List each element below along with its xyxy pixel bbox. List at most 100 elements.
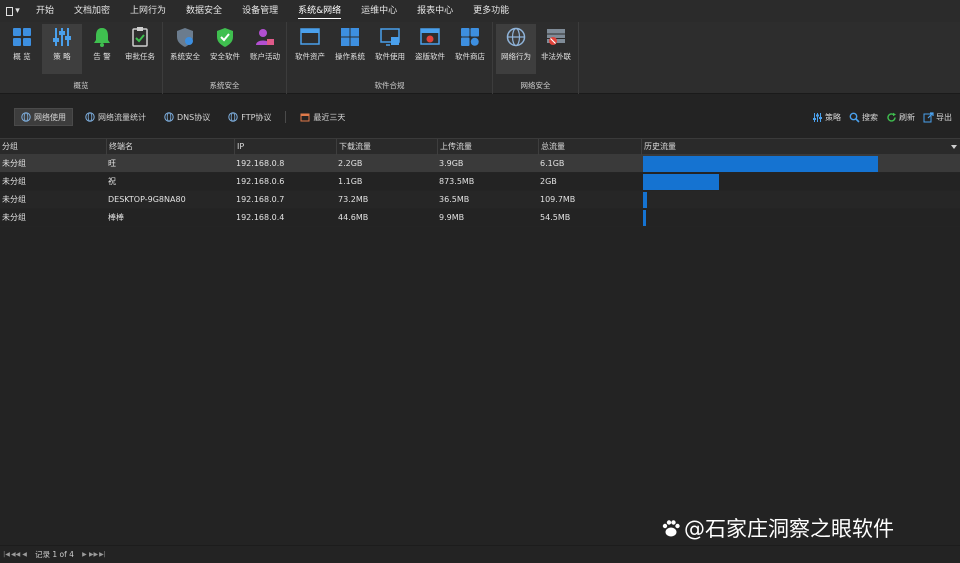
sliders-icon xyxy=(813,112,822,122)
menu-tab-start[interactable]: 开始 xyxy=(26,0,64,22)
menu-tab-system-network[interactable]: 系统&网络 xyxy=(288,0,351,22)
app-menu-icon xyxy=(6,6,14,16)
cell-terminal: 祝 xyxy=(108,177,116,186)
cell-download: 73.2MB xyxy=(338,195,369,204)
alert-button[interactable]: 告 警 xyxy=(82,24,122,74)
column-header-group[interactable]: 分组 xyxy=(0,139,106,155)
cell-upload: 873.5MB xyxy=(439,177,475,186)
tab-dns-protocol[interactable]: DNS协议 xyxy=(158,108,216,126)
grid-overview-icon xyxy=(13,28,31,46)
table-row[interactable]: 未分组 DESKTOP-9G8NA80 192.168.0.7 73.2MB 3… xyxy=(0,191,960,209)
tab-network-usage[interactable]: 网络使用 xyxy=(14,108,73,126)
cell-upload: 3.9GB xyxy=(439,159,464,168)
windows-logo-icon xyxy=(341,28,359,46)
cell-download: 1.1GB xyxy=(338,177,363,186)
tab-network-traffic-stats[interactable]: 网络流量统计 xyxy=(79,108,152,126)
column-header-download[interactable]: 下载流量 xyxy=(336,139,437,155)
software-store-button[interactable]: 软件商店 xyxy=(450,24,490,74)
group-title-system-security: 系统安全 xyxy=(209,81,240,90)
table-header: 分组 终端名 IP 下载流量 上传流量 总流量 历史流量 xyxy=(0,138,960,155)
pirated-software-button[interactable]: 盗版软件 xyxy=(410,24,450,74)
overview-button[interactable]: 概 览 xyxy=(2,24,42,74)
group-title-software-compliance: 软件合规 xyxy=(374,81,405,90)
menu-tab-ops-center[interactable]: 运维中心 xyxy=(351,0,407,22)
system-security-button[interactable]: 系统安全 xyxy=(165,24,205,74)
menu-tab-more-features[interactable]: 更多功能 xyxy=(463,0,519,22)
table-row[interactable]: 未分组 祝 192.168.0.6 1.1GB 873.5MB 2GB xyxy=(0,173,960,191)
shield-check-icon xyxy=(217,28,233,47)
menu-tab-device-management[interactable]: 设备管理 xyxy=(232,0,288,22)
date-range-button[interactable]: 最近三天 xyxy=(294,108,351,126)
history-traffic-bar xyxy=(643,156,878,172)
cell-terminal: DESKTOP-9G8NA80 xyxy=(108,195,186,204)
menu-tab-web-behavior[interactable]: 上网行为 xyxy=(120,0,176,22)
globe-icon xyxy=(85,112,95,122)
search-button[interactable]: 搜索 xyxy=(849,112,878,123)
security-software-button[interactable]: 安全软件 xyxy=(205,24,245,74)
cell-total: 109.7MB xyxy=(540,195,576,204)
policy-button[interactable]: 策 略 xyxy=(42,24,82,74)
sub-toolbar: 网络使用 网络流量统计 DNS协议 FTP协议 最近三天 策略 搜索 刷新 导出 xyxy=(0,104,960,130)
export-button[interactable]: 导出 xyxy=(923,111,952,123)
watermark: @石家庄洞察之眼软件 xyxy=(660,512,894,544)
first-record-icon[interactable]: |◀ xyxy=(2,551,11,558)
approval-task-button[interactable]: 审批任务 xyxy=(120,24,160,74)
software-usage-button[interactable]: 软件使用 xyxy=(370,24,410,74)
cell-group: 未分组 xyxy=(2,177,26,186)
window-asset-icon xyxy=(300,28,320,45)
last-record-icon[interactable]: ▶| xyxy=(98,551,107,558)
ribbon-group-overview: 概 览 策 略 告 警 审批任务 概览 xyxy=(0,22,163,94)
menu-tab-data-security[interactable]: 数据安全 xyxy=(176,0,232,22)
operating-system-button[interactable]: 操作系统 xyxy=(330,24,370,74)
paw-logo-icon xyxy=(662,520,680,537)
history-traffic-bar xyxy=(643,174,719,190)
traffic-table: 分组 终端名 IP 下载流量 上传流量 总流量 历史流量 未分组 旺 192.1… xyxy=(0,138,960,227)
cell-total: 2GB xyxy=(540,177,557,186)
ribbon-group-system-security: 系统安全 安全软件 账户活动 系统安全 xyxy=(163,22,287,94)
cell-ip: 192.168.0.8 xyxy=(236,159,285,168)
tab-ftp-protocol[interactable]: FTP协议 xyxy=(222,108,277,126)
group-title-overview: 概览 xyxy=(73,81,89,90)
record-indicator: 记录 1 of 4 xyxy=(35,550,74,559)
account-activity-button[interactable]: 账户活动 xyxy=(245,24,285,74)
menu-tab-doc-encrypt[interactable]: 文档加密 xyxy=(64,0,120,22)
refresh-button[interactable]: 刷新 xyxy=(886,112,915,123)
column-header-terminal[interactable]: 终端名 xyxy=(106,139,234,155)
history-traffic-bar xyxy=(643,210,646,226)
column-header-upload[interactable]: 上传流量 xyxy=(437,139,538,155)
right-toolbar: 策略 搜索 刷新 导出 xyxy=(804,104,952,130)
cell-ip: 192.168.0.4 xyxy=(236,213,285,222)
menu-bar: ▾ 开始 文档加密 上网行为 数据安全 设备管理 系统&网络 运维中心 报表中心… xyxy=(0,0,960,22)
cell-total: 54.5MB xyxy=(540,213,571,222)
cell-download: 2.2GB xyxy=(338,159,363,168)
policy-tool-button[interactable]: 策略 xyxy=(812,112,841,123)
group-title-network-security: 网络安全 xyxy=(520,81,551,90)
cell-total: 6.1GB xyxy=(540,159,565,168)
cell-ip: 192.168.0.7 xyxy=(236,195,285,204)
software-asset-button[interactable]: 软件资产 xyxy=(290,24,330,74)
app-menu-button[interactable]: ▾ xyxy=(0,0,26,22)
column-header-history[interactable]: 历史流量 xyxy=(641,139,960,155)
refresh-icon xyxy=(887,112,896,122)
illegal-connection-button[interactable]: 非法外联 xyxy=(536,24,576,74)
globe-icon xyxy=(164,112,174,122)
clipboard-check-icon xyxy=(132,27,148,47)
table-row[interactable]: 未分组 棒棒 192.168.0.4 44.6MB 9.9MB 54.5MB xyxy=(0,209,960,227)
column-header-ip[interactable]: IP xyxy=(234,139,336,155)
network-behavior-button[interactable]: 网络行为 xyxy=(496,24,536,74)
globe-icon xyxy=(21,112,31,122)
cell-terminal: 棒棒 xyxy=(108,213,124,222)
next-page-icon[interactable]: ▶▶ xyxy=(89,551,98,558)
menu-tab-report-center[interactable]: 报表中心 xyxy=(407,0,463,22)
user-lock-icon xyxy=(256,29,274,45)
table-row[interactable]: 未分组 旺 192.168.0.8 2.2GB 3.9GB 6.1GB xyxy=(0,155,960,173)
globe-network-icon xyxy=(506,27,526,47)
prev-page-icon[interactable]: ◀◀ xyxy=(11,551,20,558)
bell-alert-icon xyxy=(94,28,110,47)
prev-record-icon[interactable]: ◀ xyxy=(20,551,29,558)
calendar-icon xyxy=(300,113,310,122)
next-record-icon[interactable]: ▶ xyxy=(80,551,89,558)
toolbar-divider xyxy=(285,111,287,123)
cell-download: 44.6MB xyxy=(338,213,369,222)
column-header-total[interactable]: 总流量 xyxy=(538,139,641,155)
